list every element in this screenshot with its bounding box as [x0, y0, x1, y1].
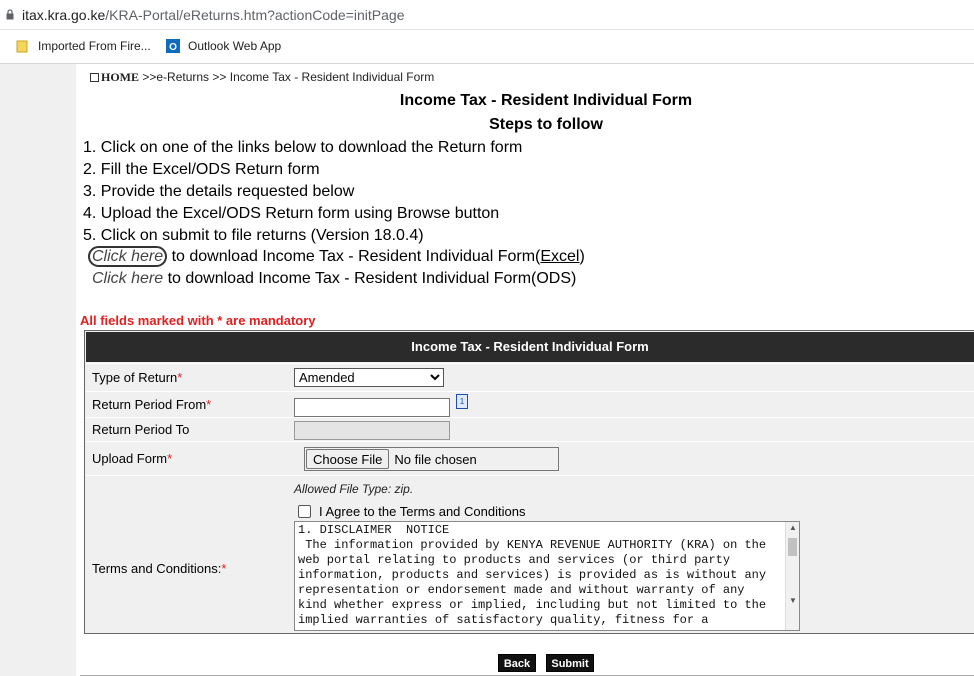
bookmark-label: Outlook Web App	[188, 39, 282, 53]
bookmarks-bar: Imported From Fire... O Outlook Web App	[0, 30, 974, 64]
folder-icon	[16, 40, 28, 53]
submit-button[interactable]: Submit	[546, 654, 594, 672]
back-button[interactable]: Back	[498, 654, 536, 672]
upload-form-label: Upload Form*	[92, 451, 173, 466]
step-item: 1. Click on one of the links below to do…	[83, 139, 523, 156]
form-header: Income Tax - Resident Individual Form	[86, 332, 974, 362]
allowed-file-type: Allowed File Type: zip.	[294, 482, 414, 496]
terms-text: 1. DISCLAIMER NOTICE The information pro…	[298, 523, 767, 627]
period-to-input	[294, 421, 450, 440]
scroll-down-icon[interactable]: ▼	[789, 596, 797, 605]
address-bar[interactable]: itax.kra.go.ke/KRA-Portal/eReturns.htm?a…	[0, 0, 974, 30]
terms-label: Terms and Conditions:*	[92, 561, 227, 576]
scroll-up-icon[interactable]: ▲	[789, 523, 797, 532]
step-item: 5. Click on submit to file returns (Vers…	[83, 227, 424, 244]
steps-list: 1. Click on one of the links below to do…	[83, 137, 522, 247]
bookmark-label: Imported From Fire...	[38, 39, 151, 53]
bookmark-outlook[interactable]: O Outlook Web App	[166, 39, 281, 53]
download-ods-link[interactable]: Click here	[92, 270, 163, 287]
download-ods-text: to download Income Tax - Resident Indivi…	[163, 270, 577, 287]
download-excel-text: to download Income Tax - Resident Indivi…	[167, 248, 541, 265]
steps-heading: Steps to follow	[489, 116, 603, 133]
lock-icon	[6, 9, 14, 20]
step-item: 4. Upload the Excel/ODS Return form usin…	[83, 205, 500, 222]
agree-checkbox[interactable]	[298, 505, 311, 518]
step-item: 2. Fill the Excel/ODS Return form	[83, 161, 320, 178]
url-text: itax.kra.go.ke/KRA-Portal/eReturns.htm?a…	[22, 7, 405, 23]
page-title: Income Tax - Resident Individual Form	[399, 92, 693, 109]
page-content: HOME >>e-Returns >> Income Tax - Residen…	[76, 64, 974, 676]
return-form: Income Tax - Resident Individual Form Ty…	[84, 330, 974, 634]
file-input[interactable]: Choose File No file chosen	[304, 447, 559, 471]
row-period-from: Return Period From* 1	[86, 391, 974, 417]
row-period-to: Return Period To	[86, 417, 974, 441]
download-excel-close: )	[579, 248, 585, 265]
row-upload-form: Upload Form* Choose File No file chosen	[86, 441, 974, 475]
bookmark-folder-imported[interactable]: Imported From Fire...	[16, 39, 151, 53]
breadcrumb-home-link[interactable]: HOME	[101, 70, 139, 84]
breadcrumb: HOME >>e-Returns >> Income Tax - Residen…	[90, 70, 434, 85]
file-status: No file chosen	[394, 451, 477, 467]
download-excel-line: Click here to download Income Tax - Resi…	[88, 246, 585, 267]
left-gutter	[0, 64, 76, 676]
breadcrumb-trail: >>e-Returns >> Income Tax - Resident Ind…	[142, 70, 435, 84]
agree-label: I Agree to the Terms and Conditions	[319, 504, 526, 519]
svg-text:O: O	[169, 42, 177, 53]
scroll-thumb[interactable]	[788, 538, 797, 556]
type-of-return-select[interactable]: Amended	[294, 368, 444, 387]
choose-file-button[interactable]: Choose File	[306, 449, 390, 469]
terms-textarea[interactable]: 1. DISCLAIMER NOTICE The information pro…	[294, 521, 800, 631]
calendar-icon[interactable]: 1	[456, 394, 468, 409]
home-icon	[90, 73, 99, 82]
download-excel-link[interactable]: Click here	[88, 246, 168, 267]
agree-terms[interactable]: I Agree to the Terms and Conditions	[298, 504, 525, 519]
period-from-label: Return Period From*	[92, 397, 212, 412]
type-of-return-label: Type of Return*	[92, 370, 183, 385]
terms-scrollbar[interactable]: ▲ ▼	[785, 522, 799, 630]
excel-format-label: Excel	[540, 248, 580, 265]
row-terms: Allowed File Type: zip. I Agree to the T…	[86, 475, 974, 633]
period-from-input[interactable]	[294, 398, 450, 417]
outlook-icon: O	[166, 39, 180, 53]
period-to-label: Return Period To	[92, 422, 190, 437]
row-type-of-return: Type of Return* Amended	[86, 363, 974, 391]
download-ods-line: Click here to download Income Tax - Resi…	[92, 270, 576, 288]
step-item: 3. Provide the details requested below	[83, 183, 355, 200]
mandatory-note: All fields marked with * are mandatory	[80, 313, 316, 328]
